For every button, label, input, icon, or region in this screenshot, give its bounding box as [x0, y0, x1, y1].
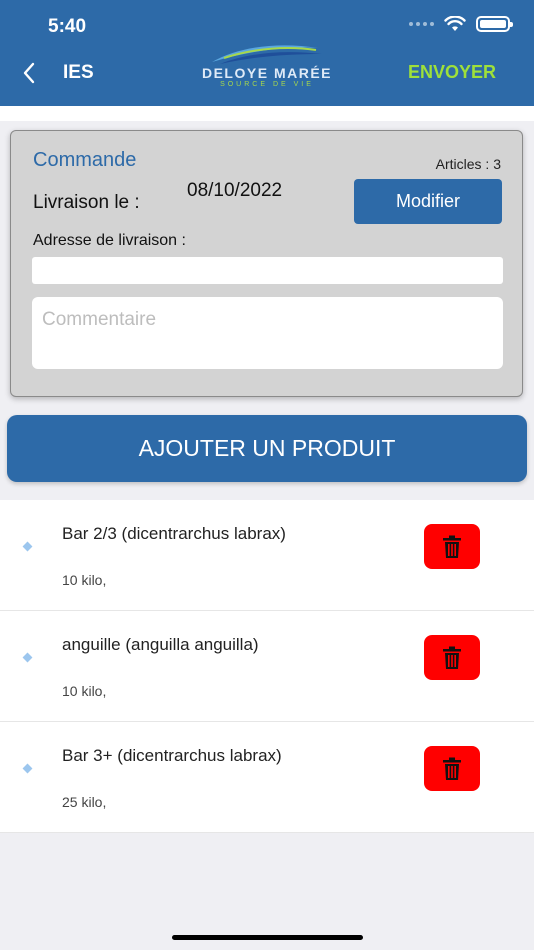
product-name: anguille (anguilla anguilla): [62, 635, 259, 654]
product-name: Bar 3+ (dicentrarchus labrax): [62, 746, 282, 765]
delete-button[interactable]: [424, 524, 480, 569]
home-indicator[interactable]: [172, 935, 363, 940]
wifi-icon: [444, 16, 466, 31]
trash-icon: [443, 535, 461, 558]
logo-wave-icon: [212, 45, 322, 64]
bullet-icon: [22, 541, 33, 552]
status-time: 5:40: [48, 16, 87, 37]
brand-logo: DELOYE MARÉE SOURCE DE VIE: [190, 40, 344, 94]
send-button[interactable]: ENVOYER: [408, 62, 496, 83]
product-quantity: 10 kilo,: [62, 572, 107, 588]
comment-input[interactable]: [32, 297, 503, 369]
trash-icon: [443, 646, 461, 669]
add-product-button[interactable]: AJOUTER UN PRODUIT: [7, 415, 527, 482]
back-button[interactable]: [14, 58, 44, 88]
delivery-date: 08/10/2022: [187, 180, 283, 201]
articles-count: Articles : 3: [435, 156, 501, 172]
delete-button[interactable]: [424, 746, 480, 791]
address-input[interactable]: [32, 257, 503, 284]
app-header: 5:40 IES DELOYE MARÉE SOURCE DE VIE ENVO…: [0, 0, 534, 106]
product-quantity: 10 kilo,: [62, 683, 107, 699]
trash-icon: [443, 757, 461, 780]
back-label[interactable]: IES: [63, 62, 94, 84]
product-quantity: 25 kilo,: [62, 794, 107, 810]
battery-icon: [476, 16, 513, 32]
status-icons: [409, 16, 513, 32]
address-label: Adresse de livraison :: [33, 232, 186, 249]
order-title: Commande: [33, 149, 137, 171]
list-item[interactable]: anguille (anguilla anguilla) 10 kilo,: [0, 611, 534, 722]
logo-tagline: SOURCE DE VIE: [220, 81, 314, 88]
modify-date-button[interactable]: Modifier: [354, 179, 502, 224]
chevron-left-icon: [23, 62, 35, 84]
list-item[interactable]: Bar 3+ (dicentrarchus labrax) 25 kilo,: [0, 722, 534, 833]
list-item[interactable]: Bar 2/3 (dicentrarchus labrax) 10 kilo,: [0, 500, 534, 611]
product-name: Bar 2/3 (dicentrarchus labrax): [62, 524, 286, 543]
delivery-label: Livraison le :: [33, 192, 140, 213]
bullet-icon: [22, 652, 33, 663]
bullet-icon: [22, 763, 33, 774]
product-list: Bar 2/3 (dicentrarchus labrax) 10 kilo, …: [0, 500, 534, 833]
signal-icon: [409, 22, 434, 26]
header-separator: [0, 106, 534, 121]
logo-name: DELOYE MARÉE: [201, 65, 332, 81]
delete-button[interactable]: [424, 635, 480, 680]
order-card: Commande Articles : 3 Livraison le : 08/…: [10, 130, 523, 397]
